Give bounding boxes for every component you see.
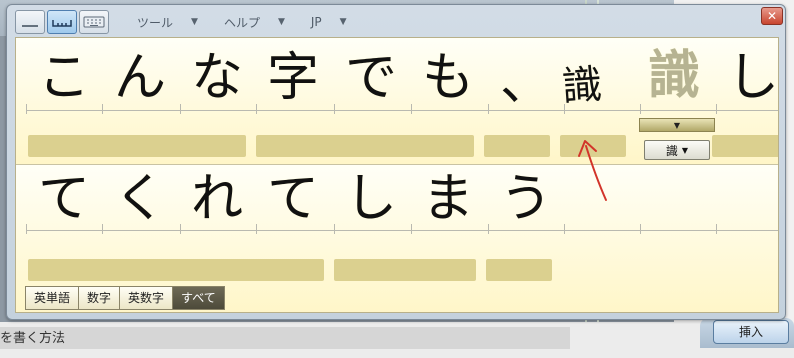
annotation-arrow [585, 145, 607, 201]
annotation-overlay [578, 140, 607, 201]
